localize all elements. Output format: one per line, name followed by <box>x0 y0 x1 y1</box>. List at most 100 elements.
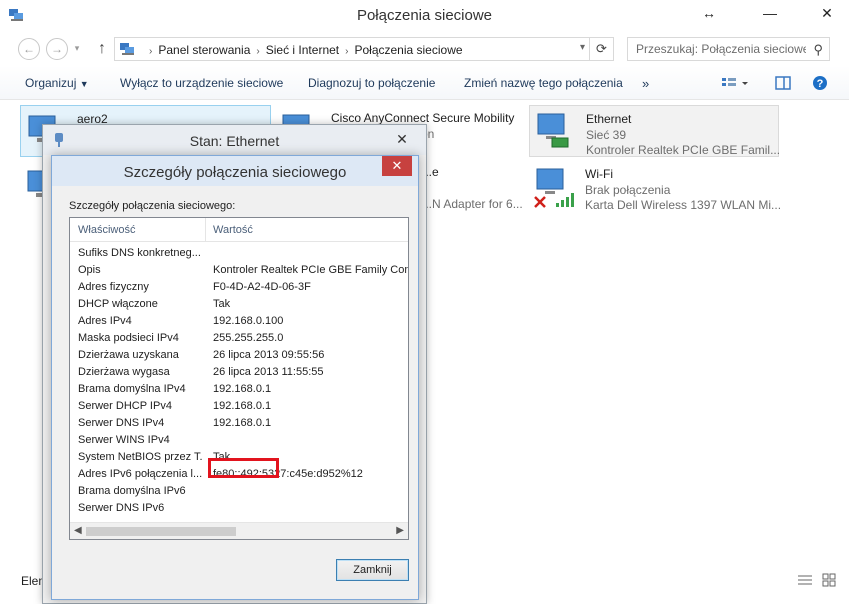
scroll-thumb[interactable] <box>86 527 236 536</box>
table-row[interactable]: Adres IPv4 192.168.0.100 <box>70 313 408 330</box>
property-cell: Adres IPv6 połączenia l... <box>78 468 203 480</box>
column-header-property[interactable]: Właściwość <box>78 224 135 236</box>
table-row[interactable]: Dzierżawa uzyskana 26 lipca 2013 09:55:56 <box>70 347 408 364</box>
close-button[interactable]: ✕ <box>812 0 842 28</box>
view-options-icon[interactable] <box>720 74 750 92</box>
property-cell: System NetBIOS przez T... <box>78 451 203 463</box>
connection-item-ethernet[interactable]: Ethernet Sieć 39 Kontroler Realtek PCIe … <box>529 105 781 157</box>
tiles-view-icon[interactable] <box>822 573 836 587</box>
table-row[interactable]: Serwer DNS IPv4 192.168.0.1 <box>70 415 408 432</box>
chevron-down-icon: ▼ <box>79 79 89 89</box>
window-titlebar: Połączenia sieciowe ↔ — ✕ <box>0 0 849 33</box>
column-divider[interactable] <box>205 218 206 242</box>
table-row[interactable]: Adres fizyczny F0-4D-A2-4D-06-3F <box>70 279 408 296</box>
address-dropdown-icon[interactable]: ▾ <box>580 42 585 53</box>
wifi-signal-icon <box>556 193 574 207</box>
connection-name: Ethernet <box>586 112 632 126</box>
breadcrumb-item[interactable]: Panel sterowania <box>158 43 250 57</box>
property-cell: Serwer DHCP IPv4 <box>78 400 172 412</box>
connection-network: Sieć 39 <box>586 128 627 142</box>
property-cell: Serwer DNS IPv4 <box>78 417 165 429</box>
close-dialog-button[interactable]: Zamknij <box>336 559 409 581</box>
table-row[interactable]: Opis Kontroler Realtek PCIe GBE Family Co… <box>70 262 408 279</box>
status-dialog-titlebar: Stan: Ethernet ✕ <box>43 125 426 155</box>
connection-name: Cisco AnyConnect Secure Mobility <box>331 111 515 125</box>
value-cell: Tak <box>213 298 231 310</box>
details-group-label: Szczegóły połączenia sieciowego: <box>69 200 236 212</box>
refresh-icon[interactable]: ⟳ <box>589 38 613 60</box>
property-cell: Brama domyślna IPv4 <box>78 383 186 395</box>
table-row[interactable]: Maska podsieci IPv4 255.255.255.0 <box>70 330 408 347</box>
breadcrumb-separator-icon: › <box>256 46 260 57</box>
navigation-bar: ← → ▾ ↑ › Panel sterowania › Sieć i Interne… <box>0 33 849 65</box>
property-cell: Serwer WINS IPv4 <box>78 434 170 446</box>
value-cell: 26 lipca 2013 09:55:56 <box>213 349 325 361</box>
connection-device: Karta Dell Wireless 1397 WLAN Mi... <box>585 198 782 212</box>
connection-device: ...N Adapter for 6... <box>422 197 523 211</box>
table-row[interactable]: DHCP włączone Tak <box>70 296 408 313</box>
breadcrumb-item[interactable]: Sieć i Internet <box>266 43 339 57</box>
property-cell: Sufiks DNS konkretneg... <box>78 247 201 259</box>
restore-icon[interactable]: ↔ <box>694 0 724 28</box>
organize-label: Organizuj <box>25 76 77 90</box>
details-list-header: Właściwość Wartość <box>70 218 408 242</box>
property-cell: Serwer DNS IPv6 <box>78 502 165 514</box>
scroll-left-icon[interactable]: ◀ <box>74 525 82 536</box>
property-cell: Dzierżawa uzyskana <box>78 349 179 361</box>
minimize-button[interactable]: — <box>755 0 785 28</box>
recent-locations-chevron-icon[interactable]: ▾ <box>71 38 83 60</box>
value-cell: 26 lipca 2013 11:55:55 <box>213 366 324 378</box>
table-row[interactable]: Dzierżawa wygasa 26 lipca 2013 11:55:55 <box>70 364 408 381</box>
horizontal-scrollbar[interactable]: ◀ ▶ <box>70 522 408 539</box>
column-header-value[interactable]: Wartość <box>213 224 253 236</box>
value-cell: 192.168.0.1 <box>213 400 272 412</box>
search-input[interactable] <box>636 42 806 56</box>
connection-status: Brak połączenia <box>585 183 671 197</box>
organize-menu[interactable]: Organizuj ▼ <box>25 76 89 90</box>
rename-button[interactable]: Zmień nazwę tego połączenia <box>464 76 623 90</box>
status-dialog-title: Stan: Ethernet <box>189 133 280 149</box>
table-row[interactable]: Brama domyślna IPv6 <box>70 483 408 500</box>
breadcrumb-separator-icon: › <box>345 46 349 57</box>
help-icon[interactable]: ? <box>811 74 829 92</box>
breadcrumb: › Panel sterowania › Sieć i Internet › Połącz… <box>143 43 463 57</box>
scroll-right-icon[interactable]: ▶ <box>396 525 404 536</box>
details-dialog-title: Szczegóły połączenia sieciowego <box>123 164 347 181</box>
property-cell: DHCP włączone <box>78 298 158 310</box>
ethernet-adapter-icon <box>537 113 569 148</box>
disable-device-button[interactable]: Wyłącz to urządzenie sieciowe <box>120 76 283 90</box>
preview-pane-icon[interactable] <box>774 74 792 92</box>
up-icon[interactable]: ↑ <box>94 39 110 59</box>
table-row[interactable]: Serwer DNS IPv6 <box>70 500 408 517</box>
property-cell: Adres fizyczny <box>78 281 149 293</box>
control-panel-icon <box>120 43 134 55</box>
value-cell: 192.168.0.100 <box>213 315 284 327</box>
value-cell: 192.168.0.1 <box>213 417 272 429</box>
table-row[interactable]: Serwer DHCP IPv4 192.168.0.1 <box>70 398 408 415</box>
command-bar: Organizuj ▼ Wyłącz to urządzenie sieciow… <box>0 66 849 100</box>
details-list[interactable]: Właściwość Wartość Sufiks DNS konkretneg… <box>69 217 409 540</box>
table-row[interactable]: Serwer WINS IPv4 <box>70 432 408 449</box>
property-cell: Dzierżawa wygasa <box>78 366 170 378</box>
details-dialog-close-icon[interactable]: ✕ <box>382 156 412 176</box>
property-cell: Maska podsieci IPv4 <box>78 332 179 344</box>
connection-name: Wi-Fi <box>585 167 613 181</box>
property-cell: Adres IPv4 <box>78 315 132 327</box>
details-view-icon[interactable] <box>798 574 812 586</box>
search-box[interactable]: ⚲ <box>627 37 830 61</box>
value-cell: F0-4D-A2-4D-06-3F <box>213 281 311 293</box>
status-dialog-close-button[interactable]: ✕ <box>388 129 416 149</box>
more-commands-button[interactable]: » <box>642 76 649 91</box>
value-cell: 192.168.0.1 <box>213 383 272 395</box>
address-bar[interactable]: › Panel sterowania › Sieć i Internet › Połącz… <box>114 37 614 61</box>
table-row[interactable]: Sufiks DNS konkretneg... <box>70 245 408 262</box>
back-icon[interactable]: ← <box>18 38 40 60</box>
diagnose-button[interactable]: Diagnozuj to połączenie <box>308 76 435 90</box>
breadcrumb-item[interactable]: Połączenia sieciowe <box>354 43 462 57</box>
property-cell: Brama domyślna IPv6 <box>78 485 186 497</box>
connection-device: Kontroler Realtek PCIe GBE Famil... <box>586 143 781 157</box>
connection-item-wifi[interactable]: Wi-Fi Brak połączenia Karta Dell Wireles… <box>529 161 782 213</box>
search-icon[interactable]: ⚲ <box>813 42 823 58</box>
forward-icon[interactable]: → <box>46 38 68 60</box>
table-row[interactable]: Brama domyślna IPv4 192.168.0.1 <box>70 381 408 398</box>
